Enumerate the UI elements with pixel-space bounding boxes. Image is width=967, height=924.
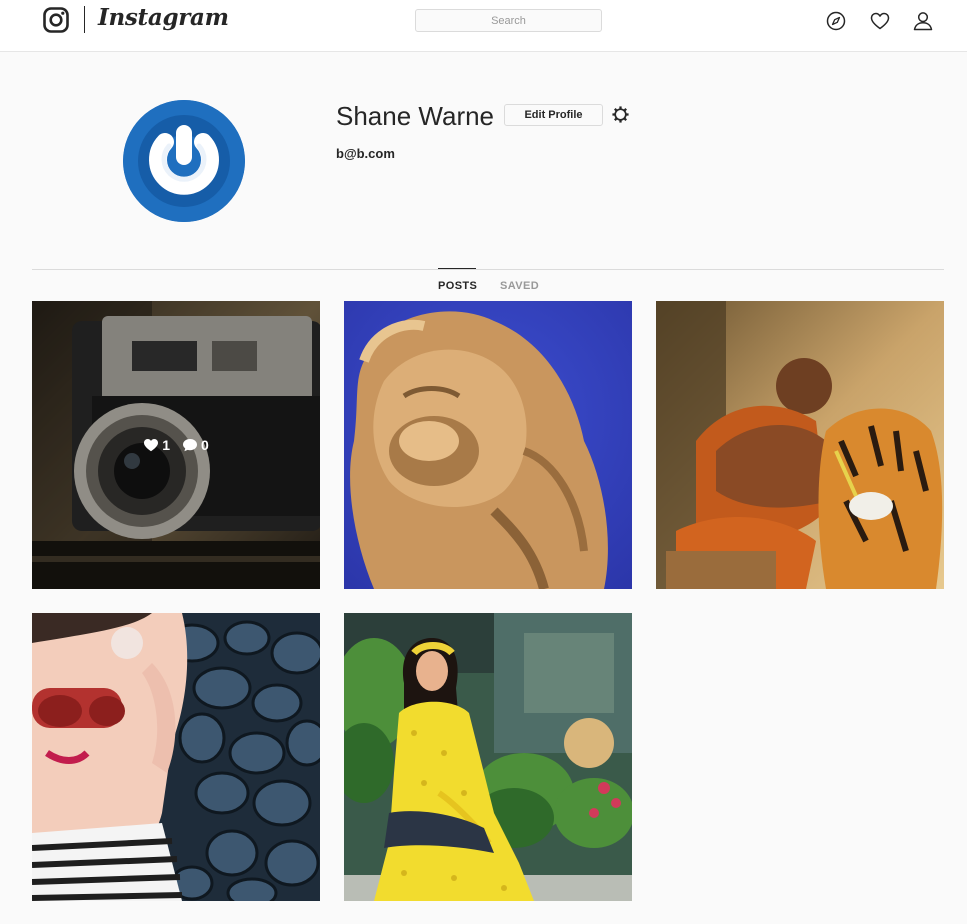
logo-divider (84, 6, 85, 33)
power-logo-icon (123, 100, 245, 222)
instagram-logo-icon[interactable] (43, 7, 69, 33)
profile-avatar[interactable] (123, 100, 245, 222)
tab-saved[interactable]: SAVED (500, 280, 539, 292)
post-tile-monk-tiger[interactable] (656, 301, 944, 589)
likes-stat: 1 (143, 437, 170, 453)
post-tile-woman-sunglasses[interactable] (32, 613, 320, 901)
post-tile-camera[interactable]: 1 0 (32, 301, 320, 589)
comments-count: 0 (201, 437, 209, 453)
post-tile-woman-yellow-dress[interactable] (344, 613, 632, 901)
top-nav: Instagram (0, 0, 967, 52)
search-input[interactable] (415, 9, 602, 32)
brand-wordmark[interactable]: Instagram (98, 4, 229, 31)
heart-filled-icon (144, 439, 159, 452)
settings-gear-icon[interactable] (611, 105, 630, 124)
profile-username: Shane Warne (336, 101, 495, 131)
post-tile-lion-statue[interactable] (344, 301, 632, 589)
explore-compass-icon[interactable] (825, 10, 847, 32)
tabs-divider (32, 269, 944, 270)
edit-profile-button[interactable]: Edit Profile (504, 104, 603, 126)
comment-filled-icon (183, 439, 197, 452)
woman-yellow-dress-photo (344, 613, 632, 901)
likes-count: 1 (162, 437, 170, 453)
post-hover-overlay: 1 0 (32, 301, 320, 589)
monk-tiger-photo (656, 301, 944, 589)
tab-posts[interactable]: POSTS (438, 280, 477, 292)
comments-stat: 0 (182, 437, 209, 453)
woman-sunglasses-photo (32, 613, 320, 901)
profile-email: b@b.com (336, 146, 395, 161)
lion-statue-photo (344, 301, 632, 589)
user-profile-icon[interactable] (912, 10, 934, 32)
heart-icon[interactable] (869, 10, 891, 32)
active-tab-indicator (438, 268, 476, 269)
